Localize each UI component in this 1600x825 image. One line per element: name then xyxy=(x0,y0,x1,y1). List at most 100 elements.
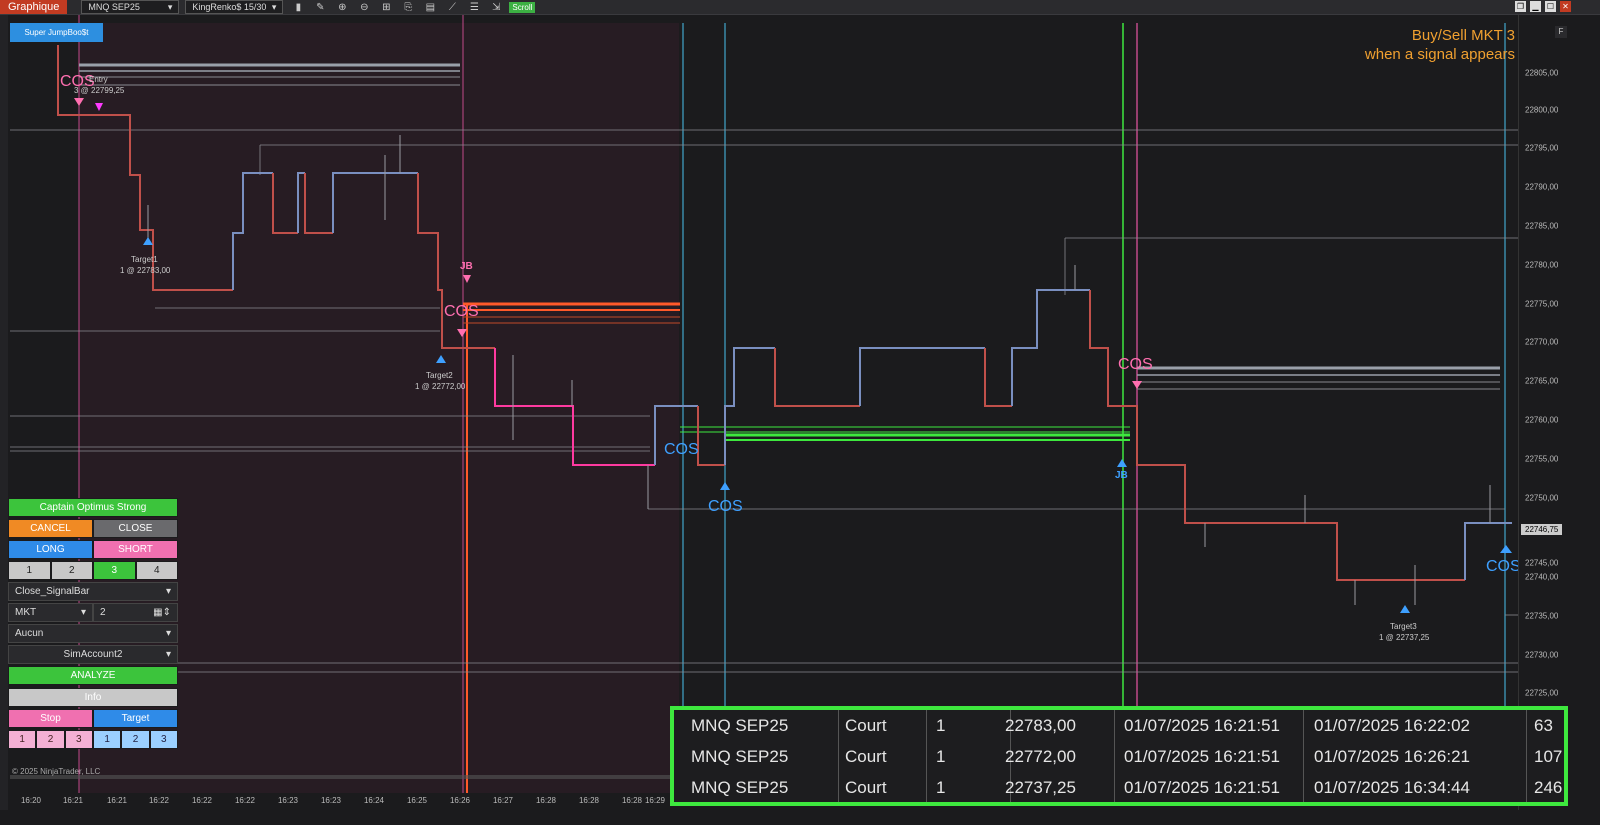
cos-label: COS xyxy=(1118,356,1153,373)
table-row[interactable]: MNQ SEP25 Court 1 22772,00 01/07/2025 16… xyxy=(674,741,1564,772)
calculator-stepper-icon[interactable]: ▦⇕ xyxy=(153,607,171,618)
price-cell: 22737,25 xyxy=(1005,778,1076,797)
bars-cell: 63 xyxy=(1534,716,1553,735)
bar-type-selector[interactable]: KingRenko$ 15/30 ▾ xyxy=(185,0,284,14)
close-window-icon[interactable]: ✕ xyxy=(1560,1,1571,12)
f-button[interactable]: F xyxy=(1555,26,1567,38)
price-tick: 22730,00 xyxy=(1525,650,1559,660)
jb-label: JB xyxy=(460,261,473,272)
time-tick: 16:24 xyxy=(363,796,385,805)
target3-marker xyxy=(1400,605,1410,613)
maximize-window-icon[interactable]: ☐ xyxy=(1545,1,1556,12)
cancel-button[interactable]: CANCEL xyxy=(8,519,93,538)
target1-label: Target1 xyxy=(131,255,158,264)
price-tick: 22795,00 xyxy=(1525,143,1559,153)
time-tick: 16:21 xyxy=(106,796,128,805)
qty-button-4[interactable]: 4 xyxy=(135,561,178,580)
copyright-text: © 2025 NinjaTrader, LLC xyxy=(12,767,101,776)
app-tab[interactable]: Graphique xyxy=(0,0,68,14)
instrument-cell: MNQ SEP25 xyxy=(691,716,789,735)
grey-zone-right xyxy=(1137,366,1500,390)
price-path-bull-7 xyxy=(1011,289,1090,406)
stop-level-2[interactable]: 2 xyxy=(36,730,65,749)
qty-button-1[interactable]: 1 xyxy=(8,561,51,580)
time-tick: 16:22 xyxy=(148,796,170,805)
line-tools-icon[interactable]: ⟋ xyxy=(445,2,459,13)
order-type-value: MKT xyxy=(15,607,37,618)
restore-window-icon[interactable]: ❐ xyxy=(1515,1,1526,12)
account-select[interactable]: SimAccount2 ▾ xyxy=(8,645,178,664)
price-tick: 22790,00 xyxy=(1525,182,1559,192)
time-tick: 16:21 xyxy=(62,796,84,805)
price-tick: 22755,00 xyxy=(1525,454,1559,464)
target3-label: Target3 xyxy=(1390,622,1417,631)
target-button[interactable]: Target xyxy=(93,709,178,728)
short-button[interactable]: SHORT xyxy=(93,540,178,559)
trades-table: MNQ SEP25 Court 1 22783,00 01/07/2025 16… xyxy=(670,706,1568,806)
price-tick: 22805,00 xyxy=(1525,68,1559,78)
target2-fill-label: 1 @ 22772,00 xyxy=(415,382,466,391)
time-tick: 16:28 xyxy=(578,796,600,805)
zoom-in-icon[interactable]: ⊕ xyxy=(335,2,349,13)
chart-toolbar: Graphique MNQ SEP25 ▾ KingRenko$ 15/30 ▾… xyxy=(0,0,1600,15)
close-mode-select[interactable]: Close_SignalBar ▾ xyxy=(8,582,178,601)
table-row[interactable]: MNQ SEP25 Court 1 22737,25 01/07/2025 16… xyxy=(674,772,1564,803)
jb-label: JB xyxy=(1115,470,1128,481)
crosshair-icon[interactable]: ⊞ xyxy=(379,2,393,13)
qty-cell: 1 xyxy=(936,716,946,735)
price-tick: 22770,00 xyxy=(1525,337,1559,347)
price-axis[interactable]: 22805,00 22800,00 22795,00 22790,00 2278… xyxy=(1518,15,1600,810)
minimize-window-icon[interactable]: ▁ xyxy=(1530,1,1541,12)
price-path-bull-5 xyxy=(724,347,775,465)
annotation-line-1: Buy/Sell MKT 3 xyxy=(1411,27,1515,44)
target2-label: Target2 xyxy=(426,371,453,380)
scroll-button[interactable]: Scroll xyxy=(509,1,536,13)
analyze-button[interactable]: ANALYZE xyxy=(8,666,178,685)
price-path-bear-5 xyxy=(697,406,725,466)
price-chart[interactable]: COS Entry 3 @ 22799,25 Target1 1 @ 22783… xyxy=(0,15,1518,793)
price-tick: 22765,00 xyxy=(1525,376,1559,386)
price-tick: 22800,00 xyxy=(1525,105,1559,115)
entry-time-cell: 01/07/2025 16:21:51 xyxy=(1124,778,1280,797)
stop-level-3[interactable]: 3 xyxy=(64,730,93,749)
exit-time-cell: 01/07/2025 16:34:44 xyxy=(1314,778,1470,797)
target-level-1[interactable]: 1 xyxy=(92,730,122,749)
chevron-down-icon: ▾ xyxy=(165,628,171,639)
target-level-2[interactable]: 2 xyxy=(121,730,150,749)
zoom-out-icon[interactable]: ⊖ xyxy=(357,2,371,13)
stop-button[interactable]: Stop xyxy=(8,709,93,728)
side-cell: Court xyxy=(845,716,887,735)
properties-icon[interactable]: ☰ xyxy=(467,2,481,13)
bar-chart-icon[interactable]: ▮ xyxy=(291,2,305,13)
data-box-icon[interactable]: ▤ xyxy=(423,2,437,13)
qty-cell: 1 xyxy=(936,778,946,797)
price-tick: 22745,00 xyxy=(1525,558,1559,568)
qty-button-2[interactable]: 2 xyxy=(50,561,93,580)
time-tick: 16:22 xyxy=(234,796,256,805)
indicator-badge[interactable]: Super JumpBoo$t xyxy=(10,23,103,42)
target-level-3[interactable]: 3 xyxy=(149,730,178,749)
time-tick: 16:23 xyxy=(277,796,299,805)
qty-button-3[interactable]: 3 xyxy=(93,561,136,580)
atm-value: Aucun xyxy=(15,628,44,639)
stop-level-1[interactable]: 1 xyxy=(8,730,37,749)
scroll-lock-icon[interactable]: ⇲ xyxy=(489,2,503,13)
order-type-select[interactable]: MKT ▾ xyxy=(8,603,93,622)
strategy-icon[interactable]: ⎘ xyxy=(401,2,415,13)
instrument-selector[interactable]: MNQ SEP25 ▾ xyxy=(81,0,180,14)
draw-pencil-icon[interactable]: ✎ xyxy=(313,2,327,13)
time-tick: 16:26 xyxy=(449,796,471,805)
close-button[interactable]: CLOSE xyxy=(93,519,178,538)
chevron-down-icon: ▾ xyxy=(271,2,277,12)
entry-time-cell: 01/07/2025 16:21:51 xyxy=(1124,747,1280,766)
jb-buy-marker xyxy=(1117,459,1127,467)
long-button[interactable]: LONG xyxy=(8,540,93,559)
info-button[interactable]: Info xyxy=(8,688,178,707)
order-qty-input[interactable]: 2 ▦⇕ xyxy=(93,603,178,622)
target3-fill-label: 1 @ 22737,25 xyxy=(1379,633,1430,642)
price-tick: 22750,00 xyxy=(1525,493,1559,503)
price-path-bear-6 xyxy=(774,348,860,407)
atm-select[interactable]: Aucun ▾ xyxy=(8,624,178,643)
table-row[interactable]: MNQ SEP25 Court 1 22783,00 01/07/2025 16… xyxy=(674,710,1564,741)
cos-sell-marker xyxy=(1132,381,1142,389)
